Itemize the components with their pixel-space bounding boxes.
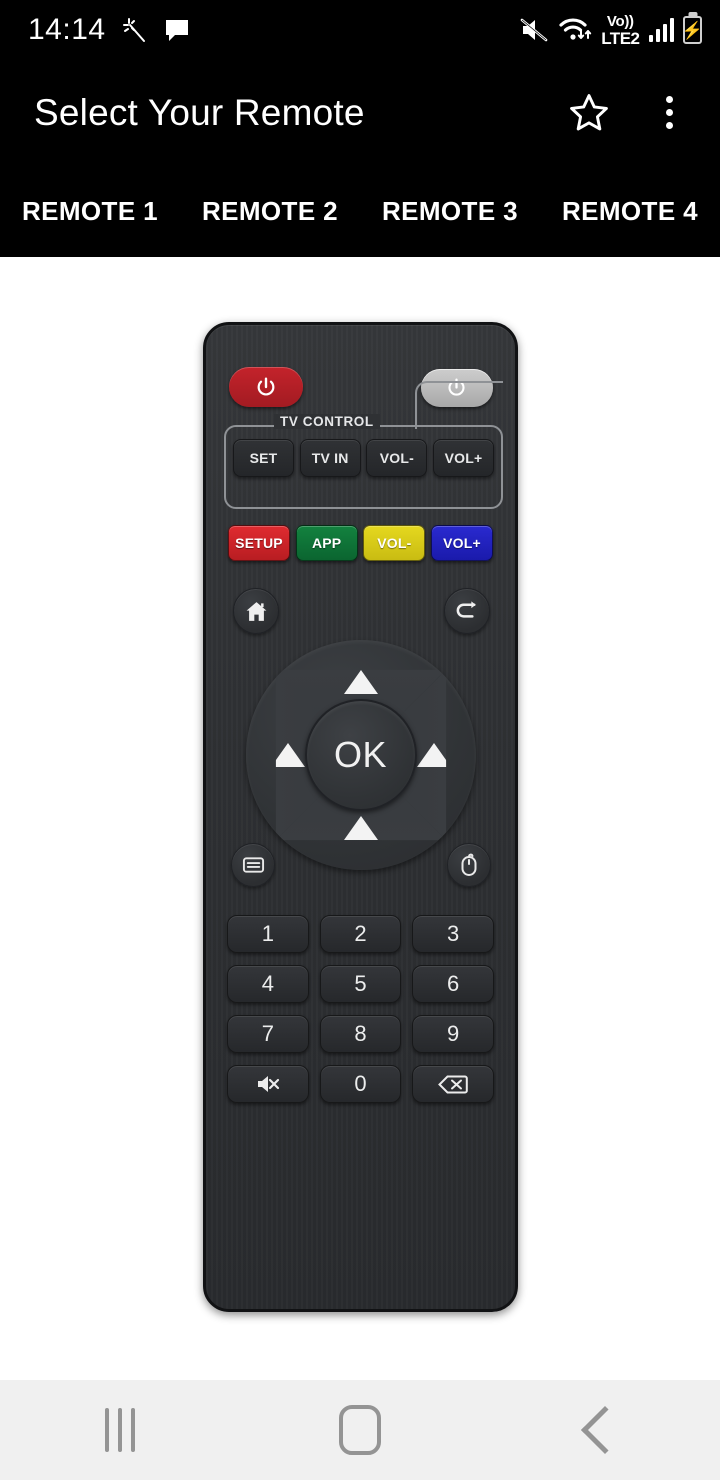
mute-icon <box>519 17 549 43</box>
num-9-button[interactable]: 9 <box>412 1015 494 1053</box>
recents-icon <box>105 1408 135 1452</box>
mouse-button[interactable] <box>447 843 491 887</box>
power-button-red[interactable] <box>229 367 303 407</box>
tv-vol-up-button[interactable]: VOL+ <box>432 439 494 477</box>
three-dot-menu-icon[interactable] <box>642 86 696 140</box>
phone-screen: 14:14 Vo)) LTE2 ⚡ Select Your Remote REM… <box>0 0 720 1480</box>
tab-remote-1[interactable]: REMOTE 1 <box>0 165 180 257</box>
tab-remote-2[interactable]: REMOTE 2 <box>180 165 360 257</box>
tv-in-button[interactable]: TV IN <box>299 439 361 477</box>
power-icon <box>255 376 277 398</box>
num-0-button[interactable]: 0 <box>319 1065 402 1103</box>
home-button[interactable] <box>233 588 279 634</box>
dpad: OK <box>245 640 476 870</box>
num-3-button[interactable]: 3 <box>412 915 494 953</box>
star-outline-icon[interactable] <box>562 86 616 140</box>
battery-charging-icon: ⚡ <box>682 16 703 44</box>
num-7-button[interactable]: 7 <box>227 1015 309 1053</box>
mute-icon <box>255 1074 281 1094</box>
tv-control-group: TV CONTROL SET TV IN VOL- VOL+ <box>224 381 503 509</box>
wifi-icon <box>558 17 592 43</box>
status-bar: 14:14 Vo)) LTE2 ⚡ <box>0 0 720 60</box>
arrow-down-icon <box>344 816 378 840</box>
tv-control-buttons: SET TV IN VOL- VOL+ <box>233 439 494 477</box>
number-pad: 1 2 3 4 5 6 7 8 9 0 <box>227 915 494 1103</box>
remote-body: TV CONTROL SET TV IN VOL- VOL+ SETUP APP… <box>203 322 518 1312</box>
signal-bars-icon <box>648 18 674 42</box>
ok-button[interactable]: OK <box>304 699 417 811</box>
app-button[interactable]: APP <box>295 525 358 561</box>
page-title: Select Your Remote <box>34 91 365 133</box>
menu-list-icon <box>242 855 265 875</box>
system-nav-bar <box>0 1380 720 1480</box>
backspace-button[interactable] <box>412 1065 494 1103</box>
num-8-button[interactable]: 8 <box>319 1015 402 1053</box>
back-chevron-icon <box>580 1405 630 1455</box>
nav-back-button[interactable] <box>480 1380 720 1480</box>
magic-wand-icon <box>122 17 148 43</box>
tab-bar: REMOTE 1 REMOTE 2 REMOTE 3 REMOTE 4 <box>0 165 720 257</box>
tv-set-button[interactable]: SET <box>233 439 294 477</box>
vol-down-button[interactable]: VOL- <box>363 525 426 561</box>
num-2-button[interactable]: 2 <box>319 915 402 953</box>
volte-line1: Vo)) <box>606 12 634 30</box>
tv-control-label: TV CONTROL <box>274 414 380 429</box>
setup-button[interactable]: SETUP <box>228 525 290 561</box>
volte-line2: LTE2 <box>601 28 640 48</box>
arrow-up-icon <box>343 670 378 694</box>
volte-icon: Vo)) LTE2 <box>601 12 640 48</box>
tv-control-frame-notch <box>415 381 503 429</box>
app-bar: Select Your Remote <box>0 60 720 165</box>
return-arrow-icon <box>454 599 481 624</box>
num-6-button[interactable]: 6 <box>412 965 494 1003</box>
app-bar-actions <box>562 86 696 140</box>
nav-recents-button[interactable] <box>0 1380 240 1480</box>
status-bar-right: Vo)) LTE2 ⚡ <box>519 12 703 48</box>
remote-content-area: TV CONTROL SET TV IN VOL- VOL+ SETUP APP… <box>0 257 720 1380</box>
num-4-button[interactable]: 4 <box>227 965 309 1003</box>
color-button-row: SETUP APP VOL- VOL+ <box>228 525 493 561</box>
home-square-icon <box>339 1405 381 1455</box>
tv-vol-down-button[interactable]: VOL- <box>366 439 428 477</box>
message-bubble-icon <box>164 17 190 43</box>
backspace-icon <box>438 1075 468 1094</box>
num-5-button[interactable]: 5 <box>319 965 402 1003</box>
back-button[interactable] <box>444 588 490 634</box>
tab-remote-3[interactable]: REMOTE 3 <box>360 165 540 257</box>
menu-button[interactable] <box>231 843 275 887</box>
tab-remote-4[interactable]: REMOTE 4 <box>540 165 720 257</box>
home-icon <box>244 599 269 624</box>
num-1-button[interactable]: 1 <box>227 915 309 953</box>
mute-button[interactable] <box>227 1065 309 1103</box>
status-clock: 14:14 <box>28 13 106 46</box>
status-bar-left: 14:14 <box>28 13 190 47</box>
vol-up-button[interactable]: VOL+ <box>430 525 493 561</box>
nav-home-button[interactable] <box>240 1380 480 1480</box>
mouse-pointer-icon <box>460 853 478 877</box>
arrow-right-icon <box>417 743 451 767</box>
